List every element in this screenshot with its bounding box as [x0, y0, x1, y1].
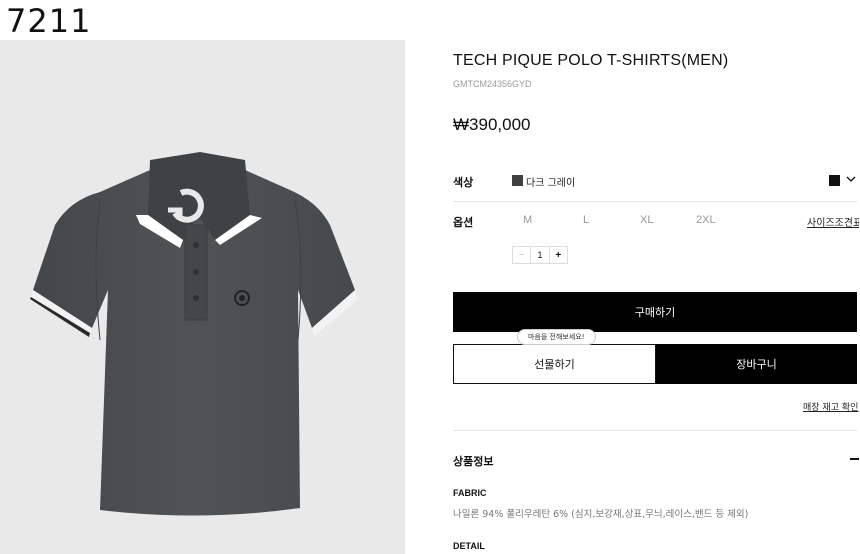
product-title: TECH PIQUE POLO T-SHIRTS(MEN): [453, 52, 729, 69]
fabric-composition: 나일론 94% 폴리우레탄 6% (심지,보강재,상표,무늬,레이스,밴드 등 …: [453, 509, 749, 520]
detail-label: DETAIL: [453, 541, 485, 551]
add-to-cart-button[interactable]: 장바구니: [656, 344, 857, 384]
quantity-increase-button[interactable]: +: [548, 247, 567, 263]
page-number-label: 7211: [6, 2, 92, 40]
quantity-decrease-button[interactable]: −: [513, 247, 532, 263]
gift-button[interactable]: 선물하기: [453, 344, 656, 384]
fabric-label: FABRIC: [453, 488, 487, 498]
option-label: 옵션: [453, 216, 474, 229]
product-image[interactable]: [0, 40, 405, 554]
polo-shirt-illustration: [30, 152, 358, 516]
size-option-xl[interactable]: XL: [640, 214, 653, 226]
product-code: GMTCM24356GYD: [453, 79, 532, 89]
chevron-down-icon[interactable]: [846, 175, 856, 183]
buy-now-button[interactable]: 구매하기: [453, 292, 857, 332]
divider: [453, 430, 857, 431]
color-label: 색상: [453, 176, 474, 189]
product-info-section-title[interactable]: 상품정보: [453, 453, 493, 469]
divider: [453, 201, 857, 202]
size-option-2xl[interactable]: 2XL: [696, 214, 716, 226]
quantity-stepper: − 1 +: [512, 246, 568, 264]
product-info-panel: TECH PIQUE POLO T-SHIRTS(MEN) GMTCM24356…: [453, 0, 860, 554]
gift-tooltip: 마음을 전해보세요!: [517, 329, 596, 345]
size-option-m[interactable]: M: [523, 214, 532, 226]
color-swatch: [512, 175, 523, 186]
selected-color-name: 다크 그레이: [526, 178, 576, 189]
collapse-minus-icon[interactable]: [850, 458, 859, 460]
product-price: ₩390,000: [453, 115, 531, 134]
size-option-l[interactable]: L: [583, 214, 589, 226]
quantity-value[interactable]: 1: [531, 247, 548, 263]
color-selector-swatch[interactable]: [829, 175, 840, 186]
size-guide-link[interactable]: 사이즈조견표: [807, 214, 859, 229]
store-stock-check-link[interactable]: 매장 재고 확인: [803, 400, 858, 413]
